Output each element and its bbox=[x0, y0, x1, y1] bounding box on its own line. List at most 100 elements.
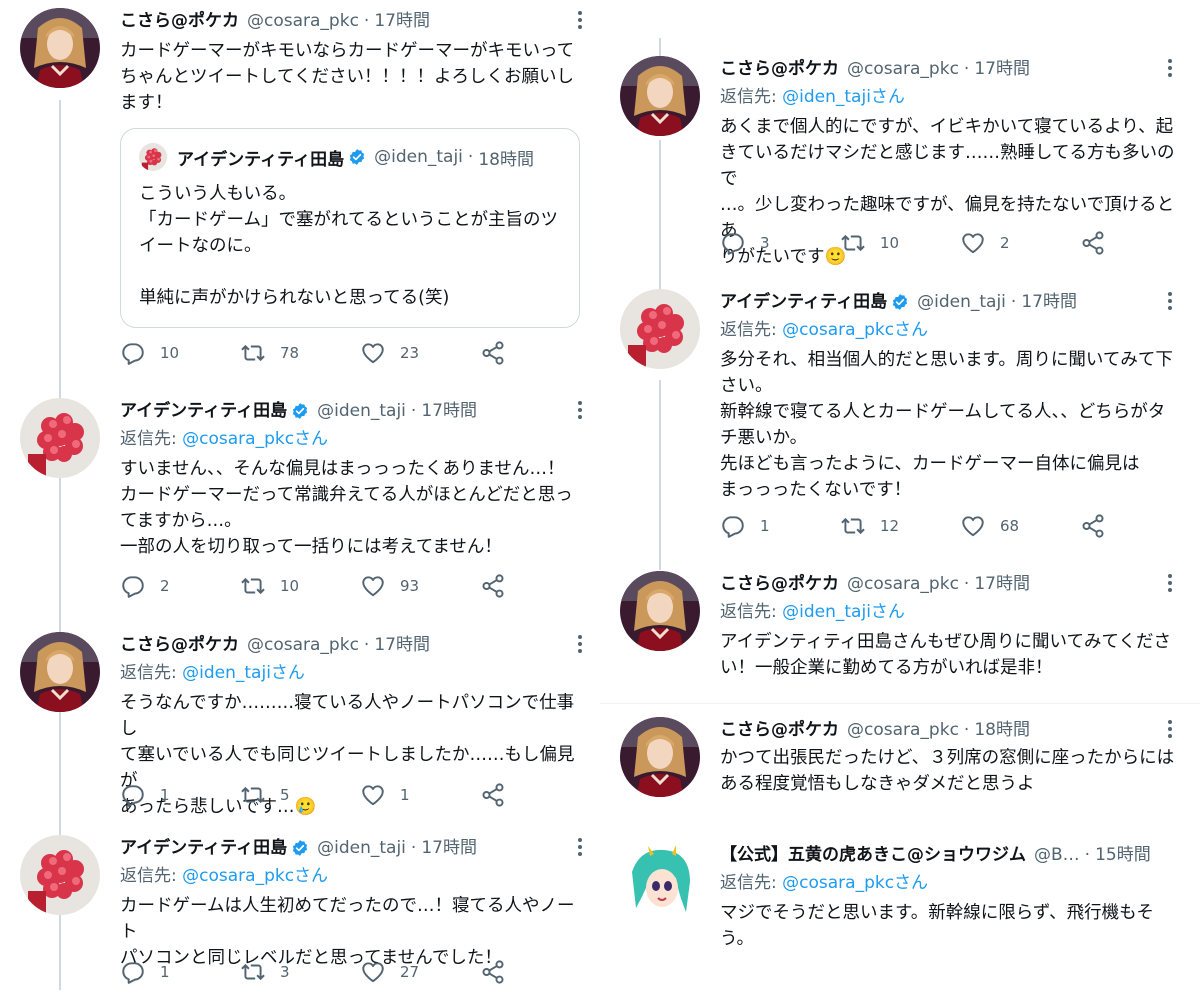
reply-button[interactable]: 10 bbox=[120, 339, 179, 367]
user-handle[interactable]: @cosara_pkc bbox=[247, 8, 359, 34]
quoted-tweet[interactable]: アイデンティティ田島 @iden_taji · 18時間 こういう人もいる。 「… bbox=[120, 128, 580, 328]
share-button[interactable] bbox=[1080, 512, 1120, 540]
separator-dot: · bbox=[467, 147, 474, 167]
avatar[interactable] bbox=[620, 842, 700, 922]
timestamp[interactable]: 17時間 bbox=[421, 398, 477, 424]
user-handle[interactable]: @iden_taji bbox=[317, 398, 406, 424]
timestamp[interactable]: 17時間 bbox=[974, 56, 1030, 82]
tweet-header: アイデンティティ田島 @iden_taji · 17時間 bbox=[120, 835, 590, 861]
more-options-icon[interactable] bbox=[1160, 289, 1180, 315]
like-button[interactable]: 93 bbox=[360, 572, 419, 600]
separator-dot: · bbox=[363, 11, 370, 31]
user-handle[interactable]: @B… bbox=[1034, 842, 1080, 868]
mention-link[interactable]: @cosara_pkcさん bbox=[782, 873, 928, 893]
mention-link[interactable]: @iden_tajiさん bbox=[182, 663, 305, 683]
more-options-icon[interactable] bbox=[1160, 571, 1180, 597]
user-handle[interactable]: @cosara_pkc bbox=[247, 632, 359, 658]
reply-button[interactable]: 1 bbox=[720, 512, 770, 540]
user-handle[interactable]: @iden_taji bbox=[917, 289, 1006, 315]
timestamp[interactable]: 17時間 bbox=[374, 632, 430, 658]
timestamp[interactable]: 17時間 bbox=[421, 835, 477, 861]
display-name[interactable]: こさら@ポケカ bbox=[720, 571, 839, 597]
retweet-button[interactable]: 10 bbox=[240, 572, 299, 600]
reply-context: 返信先: @cosara_pkcさん bbox=[720, 317, 1180, 343]
display-name[interactable]: こさら@ポケカ bbox=[120, 632, 239, 658]
display-name[interactable]: アイデンティティ田島 bbox=[720, 289, 887, 315]
reply-button[interactable]: 1 bbox=[120, 781, 170, 809]
avatar[interactable] bbox=[620, 717, 700, 797]
user-handle[interactable]: @cosara_pkc bbox=[847, 56, 959, 82]
share-button[interactable] bbox=[480, 339, 520, 367]
tweet-header: アイデンティティ田島 @iden_taji · 17時間 bbox=[720, 289, 1180, 315]
like-button[interactable]: 23 bbox=[360, 339, 419, 367]
retweet-button[interactable]: 78 bbox=[240, 339, 299, 367]
reply-count: 2 bbox=[160, 577, 170, 595]
user-handle[interactable]: @cosara_pkc bbox=[847, 571, 959, 597]
retweet-button[interactable]: 5 bbox=[240, 781, 290, 809]
reply-prefix: 返信先: bbox=[720, 873, 777, 893]
more-options-icon[interactable] bbox=[570, 398, 590, 424]
tweet-actions: 3 10 2 bbox=[720, 229, 1120, 257]
timestamp[interactable]: 17時間 bbox=[374, 8, 430, 34]
like-button[interactable]: 2 bbox=[960, 229, 1010, 257]
mention-link[interactable]: @iden_tajiさん bbox=[782, 87, 905, 107]
avatar[interactable] bbox=[620, 571, 700, 651]
retweet-button[interactable]: 10 bbox=[840, 229, 899, 257]
share-button[interactable] bbox=[1080, 229, 1120, 257]
display-name[interactable]: こさら@ポケカ bbox=[720, 717, 839, 743]
avatar[interactable] bbox=[20, 835, 100, 915]
separator-dot: · bbox=[963, 574, 970, 594]
retweet-button[interactable]: 3 bbox=[240, 958, 290, 986]
mention-link[interactable]: @cosara_pkcさん bbox=[782, 320, 928, 340]
retweet-icon bbox=[240, 782, 266, 808]
display-name[interactable]: こさら@ポケカ bbox=[120, 8, 239, 34]
user-handle[interactable]: @iden_taji bbox=[317, 835, 406, 861]
tweet-text: 多分それ、相当個人的だと思います。周りに聞いてみて下 さい。 新幹線で寝てる人と… bbox=[720, 350, 1173, 500]
display-name[interactable]: こさら@ポケカ bbox=[720, 56, 839, 82]
avatar[interactable] bbox=[620, 289, 700, 369]
user-handle[interactable]: @cosara_pkc bbox=[847, 717, 959, 743]
more-options-icon[interactable] bbox=[1160, 56, 1180, 82]
retweet-icon bbox=[240, 959, 266, 985]
share-button[interactable] bbox=[480, 958, 520, 986]
timestamp[interactable]: 17時間 bbox=[974, 571, 1030, 597]
display-name[interactable]: アイデンティティ田島 bbox=[120, 398, 287, 424]
avatar[interactable] bbox=[20, 398, 100, 478]
reply-button[interactable]: 1 bbox=[120, 958, 170, 986]
share-button[interactable] bbox=[480, 781, 520, 809]
tweet-header: こさら@ポケカ @cosara_pkc · 17時間 bbox=[720, 56, 1180, 82]
more-options-icon[interactable] bbox=[570, 8, 590, 34]
timestamp[interactable]: 18時間 bbox=[974, 717, 1030, 743]
avatar[interactable] bbox=[20, 8, 100, 88]
display-name[interactable]: アイデンティティ田島 bbox=[120, 835, 287, 861]
timestamp[interactable]: 17時間 bbox=[1021, 289, 1077, 315]
tweet-text: すいません、、そんな偏見はまっっったくありません…！ カードゲーマーだって常識弁… bbox=[120, 459, 573, 557]
reply-icon bbox=[720, 513, 746, 539]
retweet-count: 78 bbox=[280, 344, 300, 362]
reply-button[interactable]: 3 bbox=[720, 229, 770, 257]
timestamp[interactable]: 15時間 bbox=[1095, 842, 1151, 868]
more-options-icon[interactable] bbox=[570, 632, 590, 658]
display-name[interactable]: 【公式】五黄の虎あきこ@ショウワジム bbox=[720, 842, 1026, 868]
more-options-icon[interactable] bbox=[570, 835, 590, 861]
more-options-icon[interactable] bbox=[1160, 717, 1180, 743]
like-button[interactable]: 27 bbox=[360, 958, 419, 986]
divider bbox=[600, 703, 1200, 704]
separator-dot: · bbox=[1010, 292, 1017, 312]
like-button[interactable]: 1 bbox=[360, 781, 410, 809]
mention-link[interactable]: @iden_tajiさん bbox=[782, 602, 905, 622]
retweet-button[interactable]: 12 bbox=[840, 512, 899, 540]
separator-dot: · bbox=[1084, 845, 1091, 865]
avatar[interactable] bbox=[20, 632, 100, 712]
share-button[interactable] bbox=[480, 572, 520, 600]
verified-badge-icon bbox=[291, 402, 309, 420]
reply-button[interactable]: 2 bbox=[120, 572, 170, 600]
reply-count: 10 bbox=[160, 344, 180, 362]
mention-link[interactable]: @cosara_pkcさん bbox=[182, 429, 328, 449]
like-button[interactable]: 68 bbox=[960, 512, 1019, 540]
retweet-count: 10 bbox=[880, 234, 900, 252]
mention-link[interactable]: @cosara_pkcさん bbox=[182, 866, 328, 886]
like-count: 23 bbox=[400, 344, 420, 362]
avatar[interactable] bbox=[620, 56, 700, 136]
tweet-actions: 1 3 27 bbox=[120, 958, 520, 986]
